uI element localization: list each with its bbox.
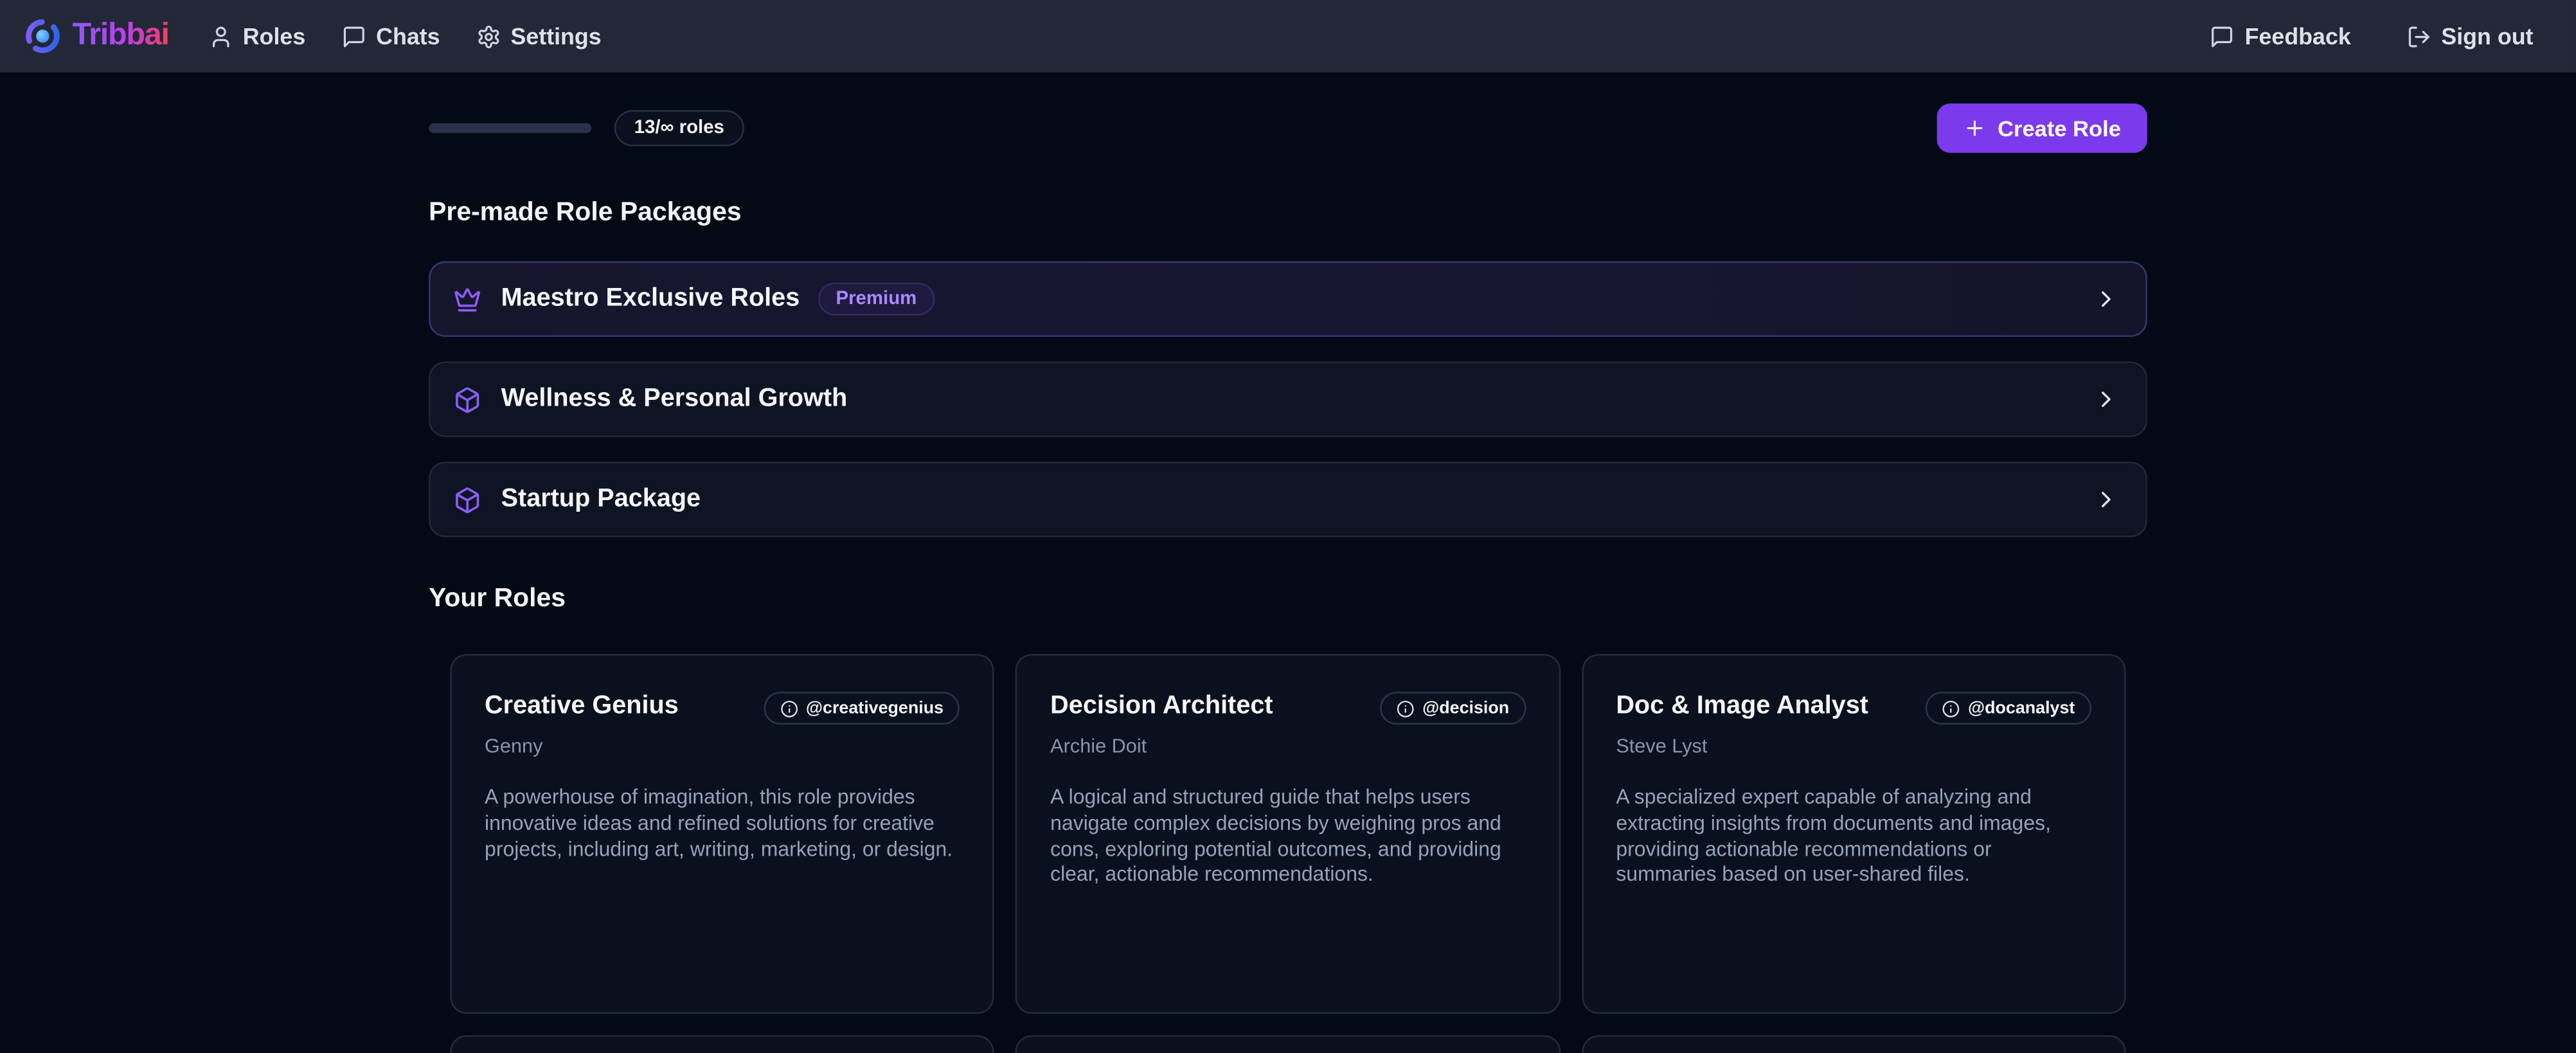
brand-swirl-icon (23, 17, 62, 56)
top-navbar: Tribbai Roles Chats (0, 0, 2576, 72)
roles-usage: 13/∞ roles (429, 110, 744, 146)
brand-logo[interactable]: Tribbai (23, 17, 169, 56)
info-icon (1942, 699, 1960, 717)
package-row-wellness[interactable]: Wellness & Personal Growth (429, 361, 2147, 437)
role-title: Creative Genius (485, 692, 679, 720)
role-card-doc-image-analyst[interactable]: Doc & Image Analyst @docanalyst Steve Ly… (1582, 654, 2126, 1014)
role-subtitle: Genny (485, 735, 960, 758)
gear-icon (476, 24, 501, 48)
role-card[interactable] (450, 1035, 994, 1053)
role-card[interactable] (1016, 1035, 1561, 1053)
role-card-decision-architect[interactable]: Decision Architect @decision Archie Doit… (1016, 654, 1561, 1014)
main-content: 13/∞ roles Create Role Pre-made Role Pac… (0, 104, 2576, 1053)
role-card-creative-genius[interactable]: Creative Genius @creativegenius Genny A … (450, 654, 994, 1014)
role-grid: Creative Genius @creativegenius Genny A … (429, 654, 2147, 1014)
user-icon (208, 24, 233, 48)
chevron-right-icon (2093, 386, 2119, 413)
role-handle: @decision (1422, 698, 1509, 718)
role-description: A powerhouse of imagination, this role p… (485, 786, 960, 863)
chevron-right-icon (2093, 286, 2119, 312)
package-name: Startup Package (501, 485, 701, 514)
info-icon (1396, 699, 1414, 717)
crown-icon (453, 285, 481, 312)
role-description: A specialized expert capable of analyzin… (1616, 786, 2091, 889)
chat-bubble-icon (2210, 24, 2235, 48)
app-root: Tribbai Roles Chats (0, 0, 2576, 1053)
premium-badge: Premium (818, 283, 935, 316)
nav-item-roles[interactable]: Roles (208, 23, 305, 50)
packages-section-title: Pre-made Role Packages (429, 199, 2147, 228)
role-title: Doc & Image Analyst (1616, 692, 1868, 720)
role-card[interactable] (1582, 1035, 2126, 1053)
nav-item-label: Settings (511, 23, 602, 50)
package-box-icon (453, 385, 481, 413)
role-handle-badge[interactable]: @decision (1380, 692, 1526, 724)
chevron-right-icon (2093, 487, 2119, 513)
role-handle: @docanalyst (1968, 698, 2075, 718)
feedback-label: Feedback (2245, 23, 2351, 50)
package-name: Maestro Exclusive Roles (501, 284, 800, 314)
nav-item-label: Roles (243, 23, 305, 50)
role-subtitle: Archie Doit (1050, 735, 1526, 758)
package-list: Maestro Exclusive Roles Premium Wellness… (429, 261, 2147, 537)
roles-count-badge: 13/∞ roles (614, 110, 744, 146)
roles-toolbar: 13/∞ roles Create Role (429, 104, 2147, 153)
roles-progress-bar (429, 123, 591, 133)
brand-name: Tribbai (72, 18, 168, 54)
chat-bubble-icon (341, 24, 366, 48)
package-row-maestro[interactable]: Maestro Exclusive Roles Premium (429, 261, 2147, 337)
plus-icon (1963, 116, 1986, 140)
info-icon (780, 699, 798, 717)
role-subtitle: Steve Lyst (1616, 735, 2091, 758)
nav-item-label: Chats (376, 23, 440, 50)
navbar-right: Feedback Sign out (2210, 23, 2534, 50)
sign-out-button[interactable]: Sign out (2407, 23, 2534, 50)
role-handle-badge[interactable]: @docanalyst (1926, 692, 2091, 724)
role-handle-badge[interactable]: @creativegenius (763, 692, 960, 724)
create-role-button[interactable]: Create Role (1937, 104, 2147, 153)
feedback-button[interactable]: Feedback (2210, 23, 2351, 50)
primary-nav: Roles Chats Settings (208, 23, 602, 50)
package-name: Wellness & Personal Growth (501, 384, 848, 414)
package-row-startup[interactable]: Startup Package (429, 462, 2147, 537)
nav-item-chats[interactable]: Chats (341, 23, 440, 50)
role-description: A logical and structured guide that help… (1050, 786, 1526, 889)
role-handle: @creativegenius (806, 698, 944, 718)
nav-item-settings[interactable]: Settings (476, 23, 602, 50)
role-grid-next-row (429, 1035, 2147, 1053)
your-roles-section-title: Your Roles (429, 585, 2147, 615)
sign-out-label: Sign out (2441, 23, 2533, 50)
package-box-icon (453, 485, 481, 513)
sign-out-icon (2407, 24, 2431, 48)
role-title: Decision Architect (1050, 692, 1273, 720)
create-role-label: Create Role (1998, 116, 2121, 140)
